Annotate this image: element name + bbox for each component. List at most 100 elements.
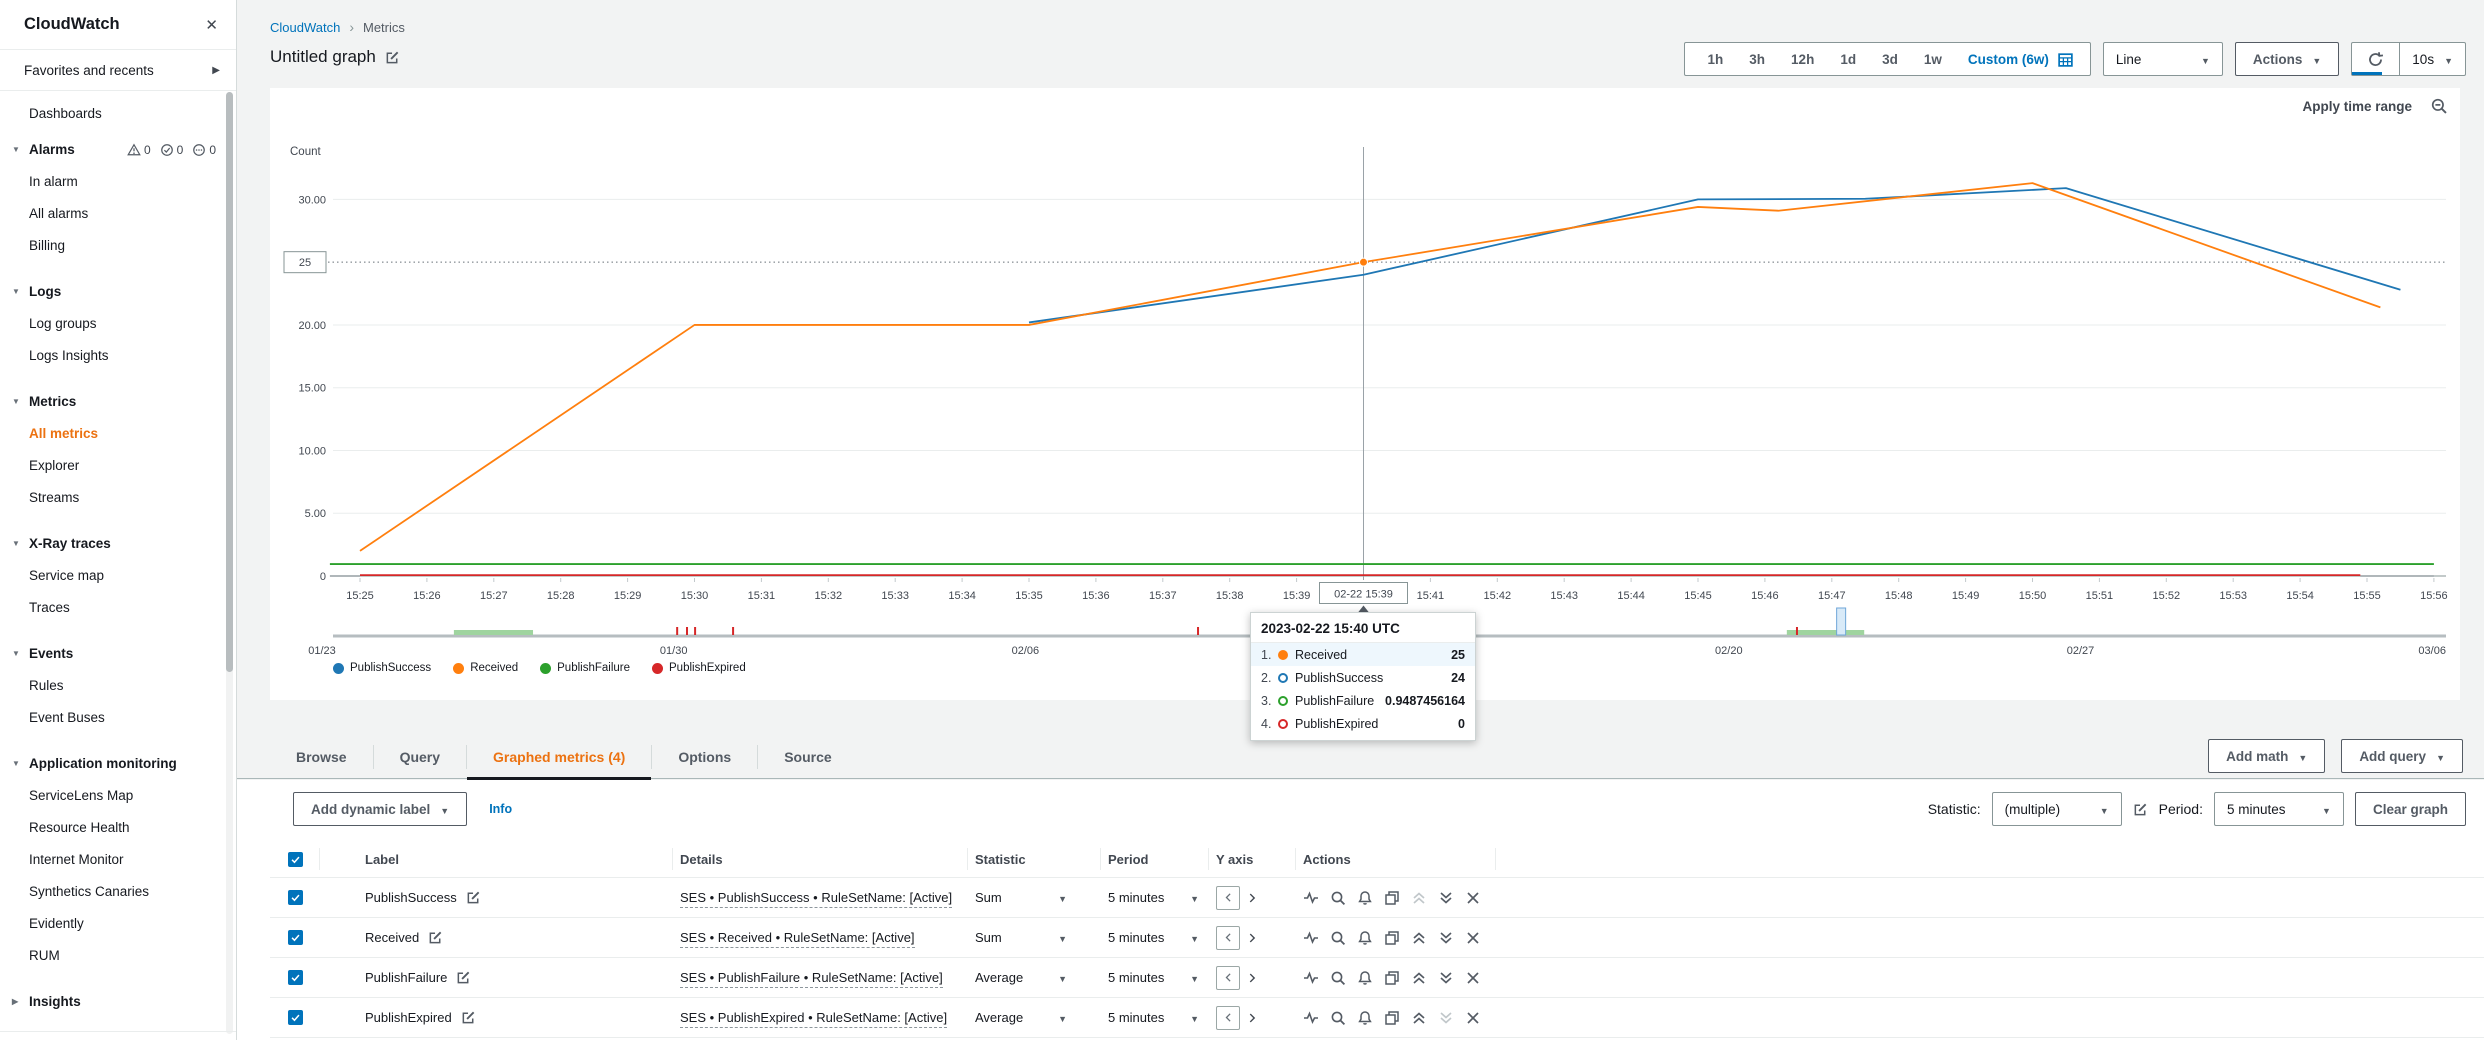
- move-up-icon[interactable]: [1411, 970, 1427, 986]
- custom-range-button[interactable]: Custom (6w): [1955, 52, 2057, 67]
- edit-statistic-icon[interactable]: [2133, 802, 2148, 817]
- tab-options[interactable]: Options: [652, 735, 757, 779]
- search-icon[interactable]: [1330, 890, 1346, 906]
- sidebar-item-evidently[interactable]: Evidently: [0, 908, 236, 940]
- sidebar-section-events[interactable]: Events: [0, 638, 236, 670]
- sidebar-item-logs-insights[interactable]: Logs Insights: [0, 340, 236, 372]
- remove-icon[interactable]: [1465, 930, 1481, 946]
- legend-item-received[interactable]: Received: [453, 662, 518, 674]
- apply-time-range-button[interactable]: Apply time range: [2302, 99, 2412, 114]
- pulse-icon[interactable]: [1303, 1010, 1319, 1026]
- y-axis-left-button[interactable]: [1216, 966, 1240, 990]
- y-axis-left-button[interactable]: [1216, 1006, 1240, 1030]
- row-checkbox[interactable]: [288, 1010, 303, 1025]
- calendar-icon[interactable]: [2057, 51, 2074, 68]
- add-math-button[interactable]: Add math: [2208, 739, 2325, 773]
- sidebar-item-service-map[interactable]: Service map: [0, 560, 236, 592]
- select-all-checkbox[interactable]: [288, 852, 303, 867]
- chevron-right-icon[interactable]: [1245, 891, 1259, 905]
- duplicate-icon[interactable]: [1384, 890, 1400, 906]
- legend-item-publishfailure[interactable]: PublishFailure: [540, 662, 630, 674]
- alarm-bell-icon[interactable]: [1357, 970, 1373, 986]
- metric-details-link[interactable]: SES • Received • RuleSetName: [Active]: [680, 930, 915, 948]
- pulse-icon[interactable]: [1303, 970, 1319, 986]
- row-period-select[interactable]: 5 minutes: [1101, 970, 1209, 985]
- sidebar-item-resource-health[interactable]: Resource Health: [0, 812, 236, 844]
- search-icon[interactable]: [1330, 970, 1346, 986]
- sidebar-item-rum[interactable]: RUM: [0, 940, 236, 972]
- move-down-icon[interactable]: [1438, 970, 1454, 986]
- chevron-right-icon[interactable]: [1245, 931, 1259, 945]
- legend-item-publishsuccess[interactable]: PublishSuccess: [333, 662, 431, 674]
- refresh-button[interactable]: [2352, 43, 2400, 75]
- move-down-icon[interactable]: [1438, 930, 1454, 946]
- sidebar-item-synthetics-canaries[interactable]: Synthetics Canaries: [0, 876, 236, 908]
- chart-plot[interactable]: 30.002520.0015.0010.005.00015:2515:2615:…: [270, 88, 2460, 700]
- search-icon[interactable]: [1330, 1010, 1346, 1026]
- period-select[interactable]: 5 minutes: [2214, 792, 2344, 826]
- chevron-right-icon[interactable]: [1245, 971, 1259, 985]
- move-down-icon[interactable]: [1438, 890, 1454, 906]
- sidebar-item-traces[interactable]: Traces: [0, 592, 236, 624]
- alarm-bell-icon[interactable]: [1357, 930, 1373, 946]
- add-query-button[interactable]: Add query: [2341, 739, 2463, 773]
- sidebar-section-metrics[interactable]: Metrics: [0, 386, 236, 418]
- sidebar-item-in-alarm[interactable]: In alarm: [0, 166, 236, 198]
- edit-label-icon[interactable]: [428, 930, 443, 945]
- range-12h-button[interactable]: 12h: [1778, 52, 1827, 67]
- sidebar-favorites[interactable]: Favorites and recents: [0, 50, 236, 91]
- sidebar-item-all-metrics[interactable]: All metrics: [0, 418, 236, 450]
- range-1d-button[interactable]: 1d: [1827, 52, 1869, 67]
- sidebar-section-logs[interactable]: Logs: [0, 276, 236, 308]
- sidebar-item-all-alarms[interactable]: All alarms: [0, 198, 236, 230]
- sidebar-section-application-monitoring[interactable]: Application monitoring: [0, 748, 236, 780]
- sidebar-item-internet-monitor[interactable]: Internet Monitor: [0, 844, 236, 876]
- row-checkbox[interactable]: [288, 970, 303, 985]
- row-statistic-select[interactable]: Sum: [968, 890, 1101, 905]
- range-1w-button[interactable]: 1w: [1911, 52, 1955, 67]
- duplicate-icon[interactable]: [1384, 930, 1400, 946]
- pulse-icon[interactable]: [1303, 930, 1319, 946]
- range-3d-button[interactable]: 3d: [1869, 52, 1911, 67]
- move-up-icon[interactable]: [1411, 1010, 1427, 1026]
- search-icon[interactable]: [1330, 930, 1346, 946]
- info-link[interactable]: Info: [489, 802, 512, 816]
- duplicate-icon[interactable]: [1384, 1010, 1400, 1026]
- actions-menu-button[interactable]: Actions: [2235, 42, 2339, 76]
- sidebar-section-insights[interactable]: Insights: [0, 986, 236, 1018]
- sidebar-scrollbar-thumb[interactable]: [226, 92, 233, 672]
- duplicate-icon[interactable]: [1384, 970, 1400, 986]
- sidebar-item-event-buses[interactable]: Event Buses: [0, 702, 236, 734]
- sidebar-item-rules[interactable]: Rules: [0, 670, 236, 702]
- tab-source[interactable]: Source: [758, 735, 857, 779]
- row-period-select[interactable]: 5 minutes: [1101, 890, 1209, 905]
- remove-icon[interactable]: [1465, 890, 1481, 906]
- legend-item-publishexpired[interactable]: PublishExpired: [652, 662, 746, 674]
- row-statistic-select[interactable]: Average: [968, 970, 1101, 985]
- alarm-bell-icon[interactable]: [1357, 1010, 1373, 1026]
- metric-details-link[interactable]: SES • PublishFailure • RuleSetName: [Act…: [680, 970, 943, 988]
- sidebar-item-log-groups[interactable]: Log groups: [0, 308, 236, 340]
- refresh-interval-select[interactable]: 10s: [2400, 43, 2465, 75]
- sidebar-item-explorer[interactable]: Explorer: [0, 450, 236, 482]
- row-period-select[interactable]: 5 minutes: [1101, 1010, 1209, 1025]
- edit-label-icon[interactable]: [466, 890, 481, 905]
- breadcrumb-cloudwatch[interactable]: CloudWatch: [270, 20, 340, 35]
- sidebar-item-servicelens-map[interactable]: ServiceLens Map: [0, 780, 236, 812]
- row-checkbox[interactable]: [288, 890, 303, 905]
- chevron-right-icon[interactable]: [1245, 1011, 1259, 1025]
- y-axis-left-button[interactable]: [1216, 926, 1240, 950]
- close-icon[interactable]: [205, 16, 218, 34]
- sidebar-section-alarms[interactable]: Alarms 0 0 0: [0, 134, 236, 166]
- remove-icon[interactable]: [1465, 970, 1481, 986]
- row-statistic-select[interactable]: Average: [968, 1010, 1101, 1025]
- metric-details-link[interactable]: SES • PublishExpired • RuleSetName: [Act…: [680, 1010, 947, 1028]
- metric-details-link[interactable]: SES • PublishSuccess • RuleSetName: [Act…: [680, 890, 952, 908]
- tab-graphed-metrics[interactable]: Graphed metrics (4): [467, 735, 651, 779]
- edit-title-icon[interactable]: [385, 50, 400, 65]
- range-3h-button[interactable]: 3h: [1736, 52, 1778, 67]
- y-axis-left-button[interactable]: [1216, 886, 1240, 910]
- move-up-icon[interactable]: [1411, 930, 1427, 946]
- zoom-out-icon[interactable]: [2430, 97, 2448, 115]
- remove-icon[interactable]: [1465, 1010, 1481, 1026]
